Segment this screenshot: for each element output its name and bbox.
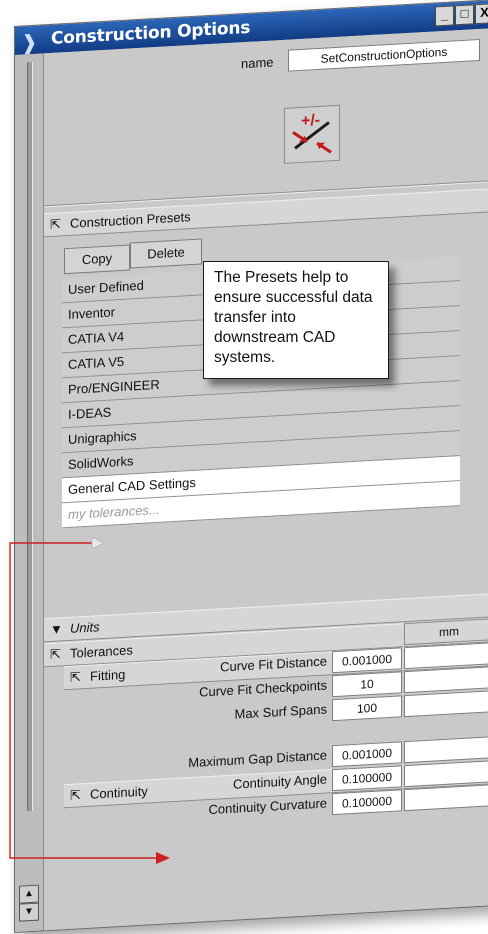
copy-button[interactable]: Copy <box>64 244 130 275</box>
extra-field[interactable] <box>404 642 488 670</box>
expand-icon[interactable]: ⇱ <box>50 216 61 233</box>
extra-field[interactable] <box>404 666 488 694</box>
window-menu-icon[interactable]: ❱ <box>21 30 38 56</box>
presets-callout: The Presets help to ensure successful da… <box>203 261 389 379</box>
row-label: Max Surf Spans <box>234 701 328 722</box>
expand-icon[interactable]: ⇱ <box>50 646 61 663</box>
extra-field[interactable] <box>404 784 488 812</box>
value-field[interactable]: 0.001000 <box>332 741 402 768</box>
extra-field[interactable] <box>404 760 488 788</box>
name-label: name <box>241 54 274 72</box>
construction-tool-icon[interactable]: +/- <box>284 104 340 164</box>
left-scroll-rail[interactable]: ▲ ▼ <box>15 53 44 932</box>
scroll-down-icon[interactable]: ▼ <box>19 902 39 922</box>
scroll-groove[interactable] <box>27 61 33 812</box>
extra-field[interactable] <box>404 736 488 764</box>
expand-icon[interactable]: ⇱ <box>70 787 81 804</box>
close-button[interactable]: X <box>475 3 488 25</box>
continuity-title: Continuity <box>90 783 148 802</box>
plus-minus-arrows-icon: +/- <box>292 112 332 154</box>
maximize-button[interactable]: □ <box>455 4 474 26</box>
units-title: Units <box>70 619 100 636</box>
extra-field[interactable] <box>404 690 488 718</box>
delete-button[interactable]: Delete <box>130 238 202 269</box>
expand-icon[interactable]: ⇱ <box>70 669 81 686</box>
options-content: name SetConstructionOptions +/- ⇱ Constr… <box>44 25 488 931</box>
value-field[interactable]: 0.100000 <box>332 765 402 792</box>
stage: ❱ Construction Options _ □ X ▲ ▼ name Se… <box>0 0 488 934</box>
value-field[interactable]: 0.001000 <box>332 647 402 674</box>
minimize-button[interactable]: _ <box>435 5 454 27</box>
collapsed-arrow-icon[interactable]: ▼ <box>50 621 63 637</box>
fitting-title: Fitting <box>90 666 126 684</box>
construction-options-window: ❱ Construction Options _ □ X ▲ ▼ name Se… <box>14 0 488 933</box>
svg-text:+/-: +/- <box>301 112 320 130</box>
tolerances-title: Tolerances <box>70 642 133 661</box>
row-label: Maximum Gap Distance <box>188 747 327 771</box>
value-field[interactable]: 10 <box>332 671 402 698</box>
scroll-up-icon[interactable]: ▲ <box>19 884 39 904</box>
tolerance-unit: mm <box>404 618 488 646</box>
name-field[interactable]: SetConstructionOptions <box>288 38 480 72</box>
construction-presets-title: Construction Presets <box>70 209 191 231</box>
value-field[interactable]: 100 <box>332 695 402 722</box>
value-field[interactable]: 0.100000 <box>332 789 402 816</box>
